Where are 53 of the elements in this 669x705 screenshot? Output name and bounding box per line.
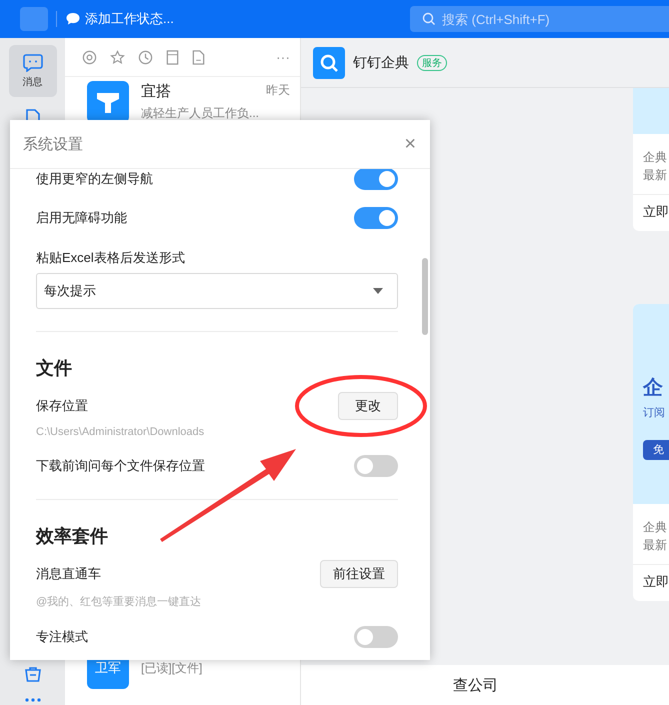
work-status-link[interactable]: 添加工作状态...: [85, 10, 174, 28]
note-icon[interactable]: [166, 50, 179, 64]
more-icon[interactable]: [24, 697, 42, 703]
conversation-name: 宜搭: [141, 82, 171, 101]
chat-title: 钉钉企典: [353, 54, 409, 72]
service-tag: 服务: [417, 54, 447, 70]
card-text: 最新: [643, 537, 668, 554]
toggle-switch[interactable]: [354, 626, 398, 648]
setting-label: 下载前询问每个文件保存位置: [36, 456, 205, 474]
card-text: 企典: [643, 149, 668, 166]
setting-label: 使用更窄的左侧导航: [36, 170, 153, 188]
scrollbar[interactable]: [422, 258, 428, 335]
setting-button[interactable]: 更改: [338, 392, 398, 420]
card-text: 最新: [643, 167, 668, 184]
section-heading: 文件: [36, 357, 72, 380]
company-search-tab[interactable]: 查公司: [453, 676, 498, 694]
caret-icon: [373, 288, 383, 294]
setting-label: 保存位置: [36, 397, 88, 415]
card-text: 企典: [643, 519, 668, 536]
conversation-time: 昨天: [266, 82, 290, 99]
chat-bubble-icon: [65, 11, 81, 27]
setting-button[interactable]: 前往设置: [320, 560, 398, 588]
file-icon[interactable]: [192, 50, 205, 64]
search-field[interactable]: 搜索 (Ctrl+Shift+F): [410, 6, 669, 32]
star-icon[interactable]: [110, 50, 125, 64]
setting-description: C:\Users\Administrator\Downloads: [36, 426, 206, 438]
setting-label: 消息直通车: [36, 565, 101, 583]
toggle-switch[interactable]: [354, 206, 398, 228]
setting-label: 启用无障碍功能: [36, 208, 127, 226]
at-icon[interactable]: [82, 50, 97, 64]
card-button[interactable]: 免: [643, 440, 669, 460]
conversation-preview: [已读][文件]: [141, 660, 204, 676]
setting-description: @我的、红包等重要消息一键直达: [36, 595, 202, 609]
search-icon: [422, 12, 436, 26]
toggle-switch[interactable]: [354, 169, 398, 190]
card-title: 企: [643, 376, 664, 401]
dropdown[interactable]: 每次提示: [36, 273, 398, 309]
setting-label: 粘贴Excel表格后发送形式: [36, 249, 186, 267]
bag-icon[interactable]: [24, 665, 42, 683]
messages-tab[interactable]: 消息: [8, 45, 56, 97]
card-link[interactable]: 立即: [633, 195, 669, 231]
search-logo-icon: [313, 46, 345, 78]
chat-icon: [22, 54, 42, 72]
card-link[interactable]: 立即: [633, 565, 669, 601]
section-heading: 效率套件: [36, 525, 108, 548]
toggle-switch[interactable]: [354, 454, 398, 476]
clock-icon[interactable]: [138, 50, 153, 64]
close-button[interactable]: ×: [404, 132, 416, 156]
card-subtitle: 订阅: [643, 406, 666, 420]
dialog-title: 系统设置: [23, 134, 83, 154]
setting-label: 专注模式: [36, 628, 88, 646]
conversation-item[interactable]: 宜搭 昨天 减轻生产人员工作负...: [65, 77, 300, 129]
conversation-preview: 减轻生产人员工作负...: [141, 105, 260, 122]
